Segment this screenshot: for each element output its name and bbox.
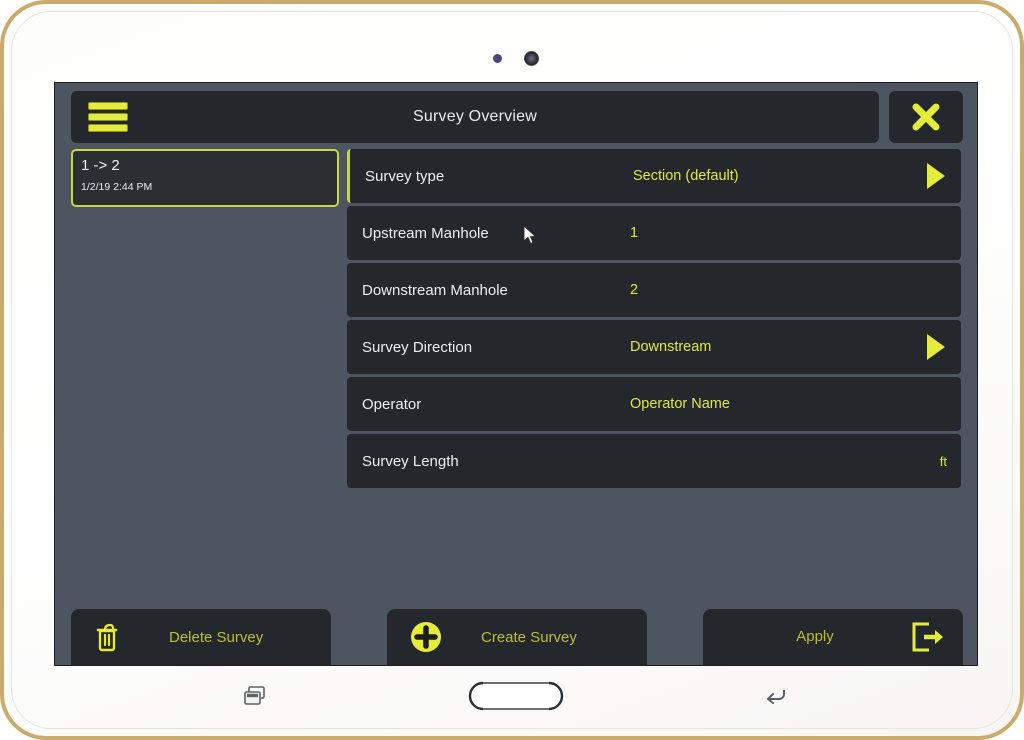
home-button[interactable] bbox=[426, 680, 606, 712]
chevron-right-icon[interactable] bbox=[927, 334, 945, 360]
close-x-icon bbox=[912, 103, 940, 131]
form-row-upstream-manhole[interactable]: Upstream Manhole 1 bbox=[347, 206, 961, 260]
exit-arrow-icon bbox=[909, 621, 945, 653]
row-label: Survey type bbox=[365, 167, 445, 185]
form-row-operator[interactable]: Operator Operator Name bbox=[347, 377, 961, 431]
title-bar: Survey Overview bbox=[71, 91, 879, 143]
row-value: Section (default) bbox=[633, 168, 739, 184]
form-row-survey-length[interactable]: Survey Length ft bbox=[347, 434, 961, 488]
row-value: 2 bbox=[630, 282, 639, 298]
row-label: Downstream Manhole bbox=[362, 281, 508, 299]
list-item[interactable]: 1 -> 2 1/2/19 2:44 PM bbox=[71, 149, 339, 207]
create-survey-button[interactable]: Create Survey bbox=[387, 609, 647, 665]
app-header: Survey Overview bbox=[55, 83, 977, 145]
back-icon bbox=[767, 690, 785, 704]
android-navigation-bar bbox=[54, 672, 978, 720]
form-row-survey-direction[interactable]: Survey Direction Downstream bbox=[347, 320, 961, 374]
delete-survey-button[interactable]: Delete Survey bbox=[71, 609, 331, 665]
action-toolbar: Delete Survey Create Survey Apply bbox=[55, 609, 977, 665]
page-title: Survey Overview bbox=[413, 108, 537, 125]
chevron-right-icon[interactable] bbox=[927, 163, 945, 189]
survey-detail-form: Survey type Section (default) Upstream M… bbox=[347, 149, 961, 599]
home-icon bbox=[468, 681, 564, 711]
tablet-device: Survey Overview 1 -> 2 1/2/19 2:44 PM Su… bbox=[0, 0, 1024, 740]
form-row-downstream-manhole[interactable]: Downstream Manhole 2 bbox=[347, 263, 961, 317]
row-label: Operator bbox=[362, 395, 422, 413]
proximity-sensor-icon bbox=[493, 53, 502, 63]
row-label: Upstream Manhole bbox=[362, 224, 489, 242]
row-value: Operator Name bbox=[630, 396, 730, 412]
trash-icon bbox=[93, 622, 121, 652]
row-value: Downstream bbox=[630, 339, 712, 355]
survey-timestamp: 1/2/19 2:44 PM bbox=[81, 181, 153, 193]
hamburger-bar bbox=[89, 114, 127, 120]
row-label: Survey Length bbox=[362, 452, 459, 470]
survey-name: 1 -> 2 bbox=[81, 157, 120, 174]
tablet-screen: Survey Overview 1 -> 2 1/2/19 2:44 PM Su… bbox=[54, 82, 978, 666]
hamburger-menu-icon[interactable] bbox=[89, 103, 129, 133]
hamburger-bar bbox=[89, 125, 127, 131]
row-label: Survey Direction bbox=[362, 338, 473, 356]
form-row-survey-type[interactable]: Survey type Section (default) bbox=[347, 149, 961, 203]
plus-circle-icon bbox=[409, 620, 443, 654]
survey-list-panel: 1 -> 2 1/2/19 2:44 PM bbox=[71, 149, 339, 599]
row-value: 1 bbox=[630, 225, 639, 241]
sensor-cluster bbox=[4, 48, 1024, 68]
recents-icon bbox=[244, 686, 265, 705]
close-button[interactable] bbox=[889, 91, 963, 143]
apply-button[interactable]: Apply bbox=[703, 609, 963, 665]
front-camera-icon bbox=[524, 50, 539, 66]
back-button[interactable] bbox=[686, 685, 866, 707]
hamburger-bar bbox=[89, 103, 127, 109]
delete-survey-label: Delete Survey bbox=[169, 628, 264, 646]
row-unit: ft bbox=[939, 453, 947, 469]
create-survey-label: Create Survey bbox=[481, 628, 577, 646]
apply-label: Apply bbox=[796, 628, 834, 645]
recents-button[interactable] bbox=[166, 685, 346, 707]
